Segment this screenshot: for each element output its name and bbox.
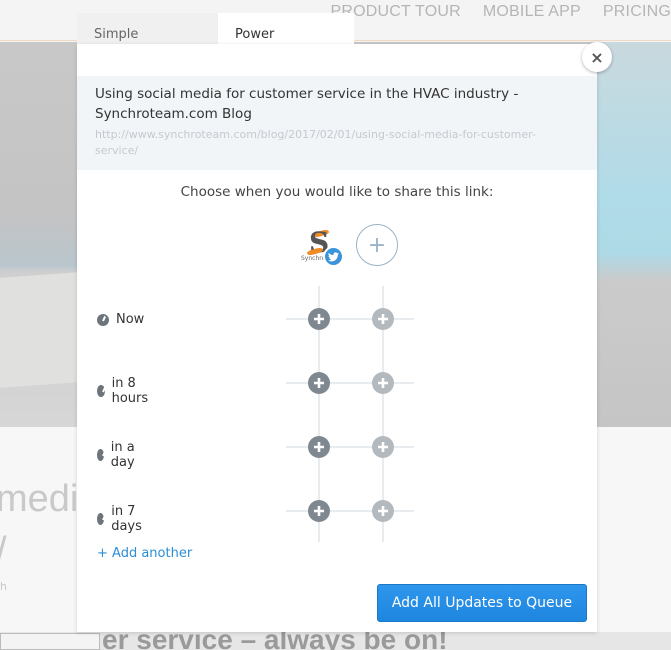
add-update-button[interactable] bbox=[308, 500, 330, 522]
plus-icon bbox=[314, 378, 324, 388]
plus-icon bbox=[314, 506, 324, 516]
clock-icon bbox=[97, 313, 109, 326]
link-title: Using social media for customer service … bbox=[95, 86, 519, 122]
background-heading-fragment-2: / bbox=[0, 530, 7, 573]
nav-mobile-app[interactable]: MOBILE APP bbox=[483, 3, 581, 21]
add-update-button[interactable] bbox=[372, 500, 394, 522]
link-url[interactable]: http://www.synchroteam.com/blog/2017/02/… bbox=[95, 127, 579, 159]
schedule-row-label: in 8 hours bbox=[97, 376, 153, 406]
plus-icon bbox=[378, 314, 388, 324]
add-all-updates-button[interactable]: Add All Updates to Queue bbox=[377, 584, 587, 622]
grid-row-line bbox=[286, 446, 414, 448]
schedule-time: in a day bbox=[110, 440, 135, 470]
tab-power-scheduler[interactable]: Power Scheduler bbox=[218, 13, 354, 86]
background-small-text: h bbox=[0, 580, 7, 593]
link-preview: Using social media for customer service … bbox=[77, 76, 597, 170]
twitter-icon bbox=[323, 246, 344, 267]
background-nav: PRODUCT TOUR MOBILE APP PRICING bbox=[308, 3, 671, 21]
grid-row-line bbox=[286, 318, 414, 320]
add-another-time-link[interactable]: + Add another bbox=[97, 546, 192, 561]
plus-icon bbox=[314, 314, 324, 324]
schedule-prompt: Choose when you would like to share this… bbox=[180, 184, 494, 200]
grid-row-line bbox=[286, 382, 414, 384]
add-update-button[interactable] bbox=[308, 372, 330, 394]
profile-avatar-synchroteam[interactable]: S Synchroteam bbox=[301, 225, 344, 267]
add-profile-button[interactable]: + bbox=[356, 224, 398, 266]
background-input-box bbox=[0, 633, 100, 650]
grid-row-line bbox=[286, 510, 414, 512]
add-update-button[interactable] bbox=[372, 308, 394, 330]
schedule-row-label: in a day bbox=[97, 440, 140, 470]
add-update-button[interactable] bbox=[372, 372, 394, 394]
add-update-button[interactable] bbox=[308, 308, 330, 330]
profile-selector: S Synchroteam + bbox=[301, 224, 398, 267]
close-modal-button[interactable]: × bbox=[582, 42, 612, 72]
plus-icon bbox=[378, 506, 388, 516]
add-update-button[interactable] bbox=[308, 436, 330, 458]
tab-simple-composer[interactable]: Simple Composer bbox=[77, 13, 218, 86]
clock-icon bbox=[97, 385, 105, 397]
nav-pricing[interactable]: PRICING bbox=[603, 3, 671, 21]
power-scheduler-modal: Using social media for customer service … bbox=[77, 44, 597, 632]
background-laptop-image bbox=[0, 272, 78, 388]
plus-icon bbox=[378, 378, 388, 388]
close-icon: × bbox=[590, 47, 604, 67]
schedule-time: in 8 hours bbox=[111, 376, 149, 406]
schedule-row-label: in 7 days bbox=[97, 504, 147, 534]
clock-icon bbox=[97, 513, 105, 525]
schedule-time: Now bbox=[116, 312, 145, 327]
plus-icon bbox=[378, 442, 388, 452]
plus-icon: + bbox=[367, 232, 387, 258]
composer-tabs: Simple Composer Power Scheduler bbox=[77, 13, 354, 86]
background-hero-image-right bbox=[597, 42, 671, 427]
schedule-time: in 7 days bbox=[111, 504, 142, 534]
schedule-row-label: Now bbox=[97, 312, 144, 327]
add-update-button[interactable] bbox=[372, 436, 394, 458]
clock-icon bbox=[97, 449, 104, 461]
plus-icon bbox=[314, 442, 324, 452]
